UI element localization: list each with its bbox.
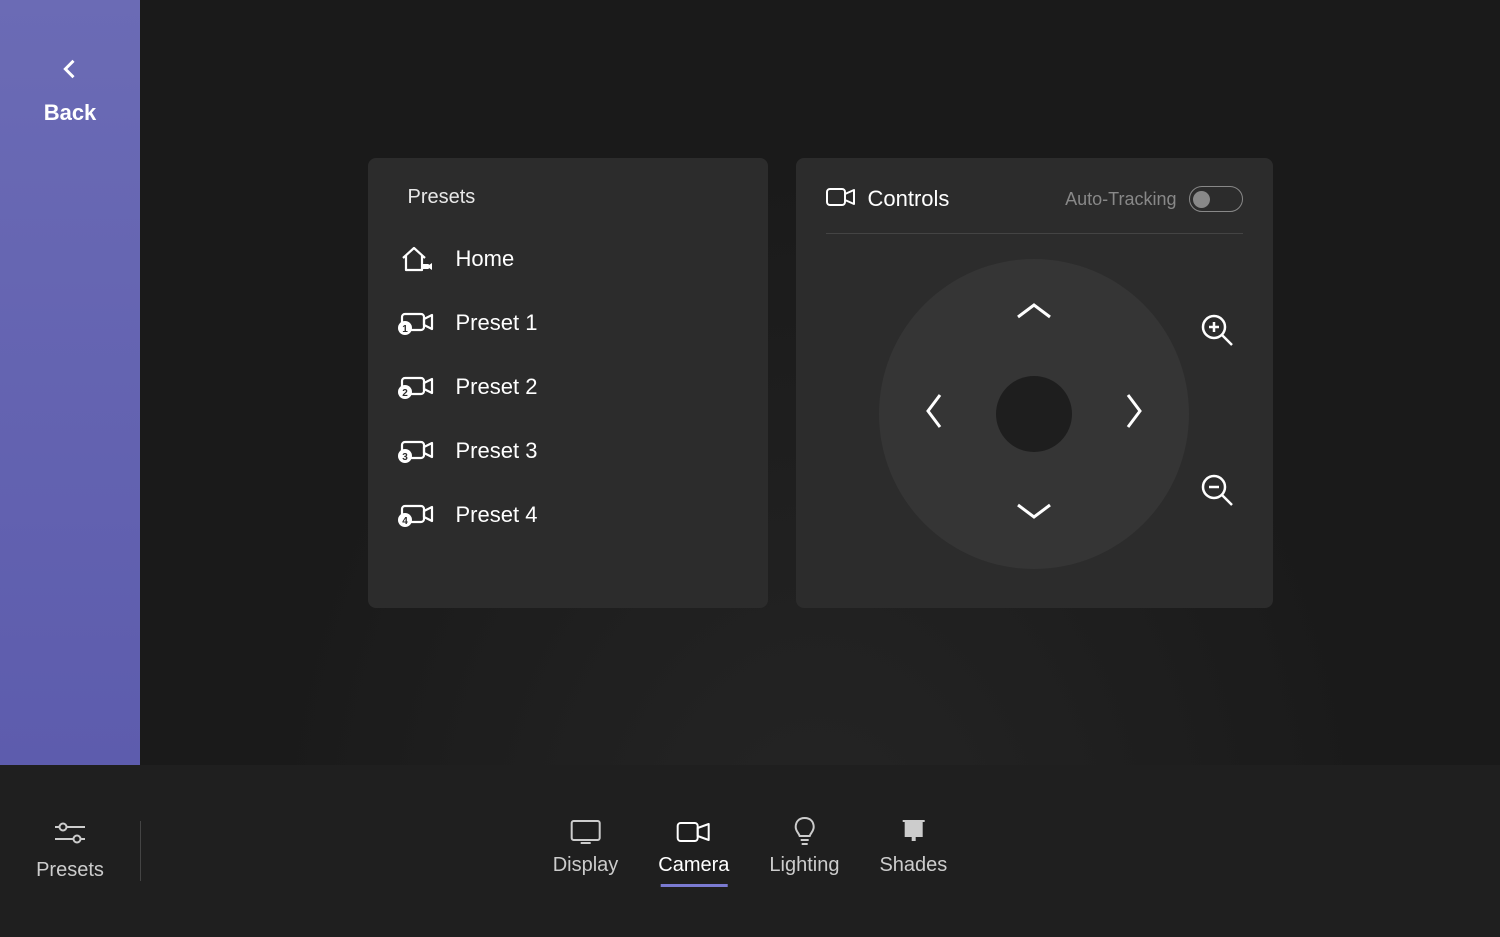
chevron-left-icon [922, 391, 946, 436]
chevron-left-icon [56, 55, 84, 88]
bottom-tabs: Display Camera Lighting [553, 818, 948, 885]
preset-item-3[interactable]: 3 Preset 3 [386, 419, 750, 483]
dpad-right-button[interactable] [1114, 394, 1154, 434]
dpad-down-button[interactable] [1014, 494, 1054, 534]
camera-icon [676, 818, 712, 846]
preset-item-2[interactable]: 2 Preset 2 [386, 355, 750, 419]
tab-label: Camera [658, 854, 729, 877]
lightbulb-icon [792, 818, 816, 846]
controls-panel: Controls Auto-Tracking [796, 158, 1273, 608]
controls-title: Controls [868, 186, 950, 212]
tab-display[interactable]: Display [553, 818, 619, 885]
chevron-down-icon [1014, 499, 1054, 528]
camera-preset-2-icon: 2 [396, 371, 436, 403]
sliders-icon [53, 820, 87, 851]
presets-title: Presets [408, 186, 750, 209]
svg-text:4: 4 [402, 516, 408, 527]
preset-label: Preset 4 [456, 502, 538, 528]
dpad-control [879, 259, 1189, 569]
bottom-divider [140, 821, 141, 881]
preset-label: Preset 2 [456, 374, 538, 400]
presets-panel: Presets Home 1 Preset 1 [368, 158, 768, 608]
svg-text:1: 1 [402, 324, 408, 335]
bottom-bar: Presets Display Camera [0, 765, 1500, 937]
back-button[interactable]: Back [44, 55, 97, 126]
zoom-controls [1198, 314, 1238, 514]
chevron-up-icon [1014, 299, 1054, 328]
sidebar-left: Back [0, 0, 140, 765]
auto-tracking-label: Auto-Tracking [1065, 189, 1176, 210]
display-icon [569, 818, 601, 846]
toggle-knob [1193, 191, 1210, 208]
dpad-left-button[interactable] [914, 394, 954, 434]
tab-camera[interactable]: Camera [658, 818, 729, 885]
controls-body [826, 234, 1243, 594]
camera-icon [826, 186, 856, 213]
zoom-out-button[interactable] [1198, 474, 1238, 514]
camera-preset-1-icon: 1 [396, 307, 436, 339]
preset-label: Preset 3 [456, 438, 538, 464]
preset-item-4[interactable]: 4 Preset 4 [386, 483, 750, 547]
dpad-center [996, 376, 1072, 452]
shades-icon [900, 818, 926, 846]
preset-item-1[interactable]: 1 Preset 1 [386, 291, 750, 355]
preset-label: Home [456, 246, 515, 272]
tab-lighting[interactable]: Lighting [769, 818, 839, 885]
zoom-in-icon [1200, 313, 1236, 354]
dpad-up-button[interactable] [1014, 294, 1054, 334]
zoom-out-icon [1200, 473, 1236, 514]
camera-preset-3-icon: 3 [396, 435, 436, 467]
tab-label: Display [553, 854, 619, 877]
camera-preset-4-icon: 4 [396, 499, 436, 531]
tab-shades[interactable]: Shades [879, 818, 947, 885]
controls-header: Controls Auto-Tracking [826, 186, 1243, 234]
auto-tracking-toggle[interactable] [1189, 186, 1243, 212]
preset-label: Preset 1 [456, 310, 538, 336]
chevron-right-icon [1122, 391, 1146, 436]
preset-item-home[interactable]: Home [386, 227, 750, 291]
svg-text:3: 3 [402, 452, 408, 463]
back-label: Back [44, 100, 97, 126]
tab-label: Lighting [769, 854, 839, 877]
main-content: Presets Home 1 Preset 1 [140, 0, 1500, 765]
tab-label: Shades [879, 854, 947, 877]
bottom-presets-label: Presets [36, 859, 104, 882]
zoom-in-button[interactable] [1198, 314, 1238, 354]
svg-text:2: 2 [402, 388, 408, 399]
bottom-presets-button[interactable]: Presets [0, 820, 140, 882]
home-camera-icon [396, 243, 436, 275]
